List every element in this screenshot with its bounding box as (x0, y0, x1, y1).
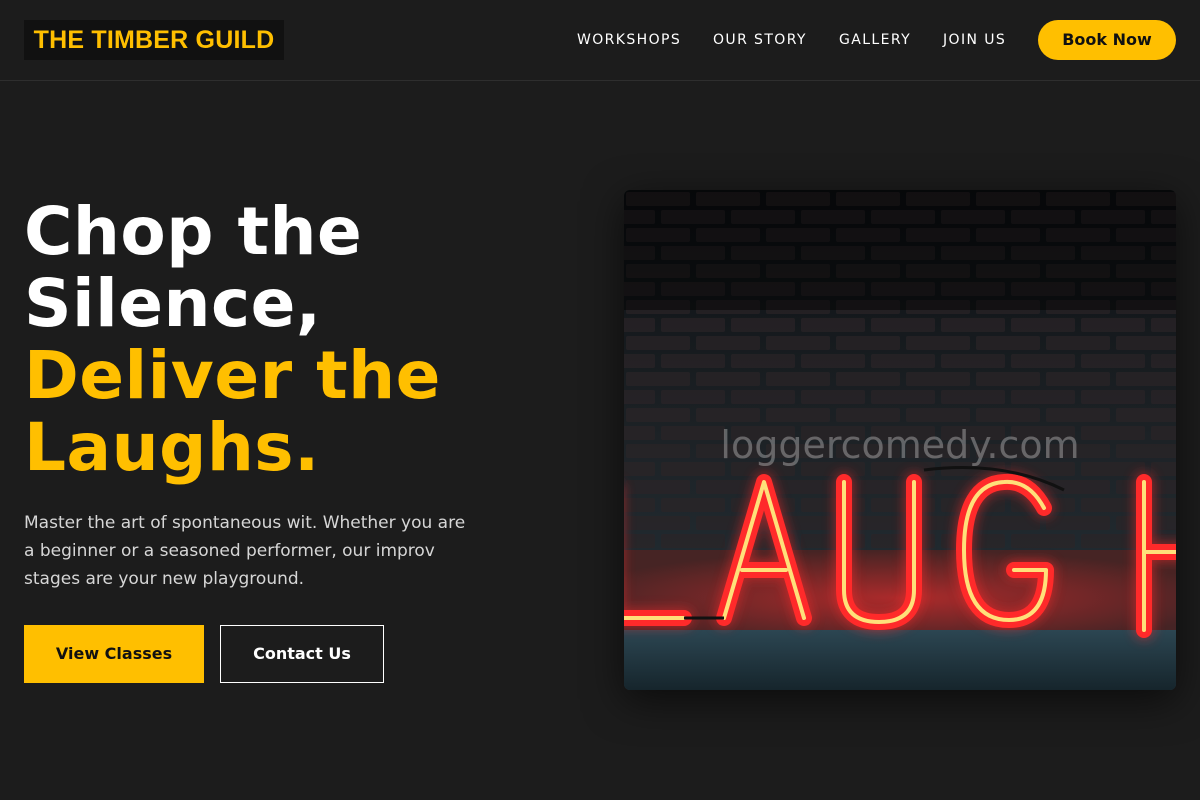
neon-sign-illustration: loggercomedy.com (624, 190, 1176, 690)
view-classes-button[interactable]: View Classes (24, 625, 204, 683)
hero-title-line: Silence, (24, 265, 322, 342)
site-header: THE TIMBER GUILD WORKSHOPS OUR STORY GAL… (0, 0, 1200, 81)
nav-our-story-link[interactable]: OUR STORY (713, 31, 807, 49)
hero-title-accent-line: Deliver the (24, 337, 441, 414)
image-watermark: loggercomedy.com (720, 423, 1079, 467)
nav-join-us-link[interactable]: JOIN US (943, 31, 1006, 49)
main-nav: WORKSHOPS OUR STORY GALLERY JOIN US (0, 0, 1200, 80)
book-now-button[interactable]: Book Now (1038, 20, 1176, 60)
hero-image-neon-laugh-sign: loggercomedy.com (624, 190, 1176, 690)
nav-gallery-link[interactable]: GALLERY (839, 31, 911, 49)
hero-title: Chop the Silence, Deliver the Laughs. (24, 196, 584, 484)
hero-description: Master the art of spontaneous wit. Wheth… (24, 513, 466, 589)
hero-title-accent-line: Laughs. (24, 409, 320, 486)
nav-workshops-link[interactable]: WORKSHOPS (577, 31, 681, 49)
contact-us-button[interactable]: Contact Us (220, 625, 384, 683)
hero-title-line: Chop the (24, 193, 363, 270)
